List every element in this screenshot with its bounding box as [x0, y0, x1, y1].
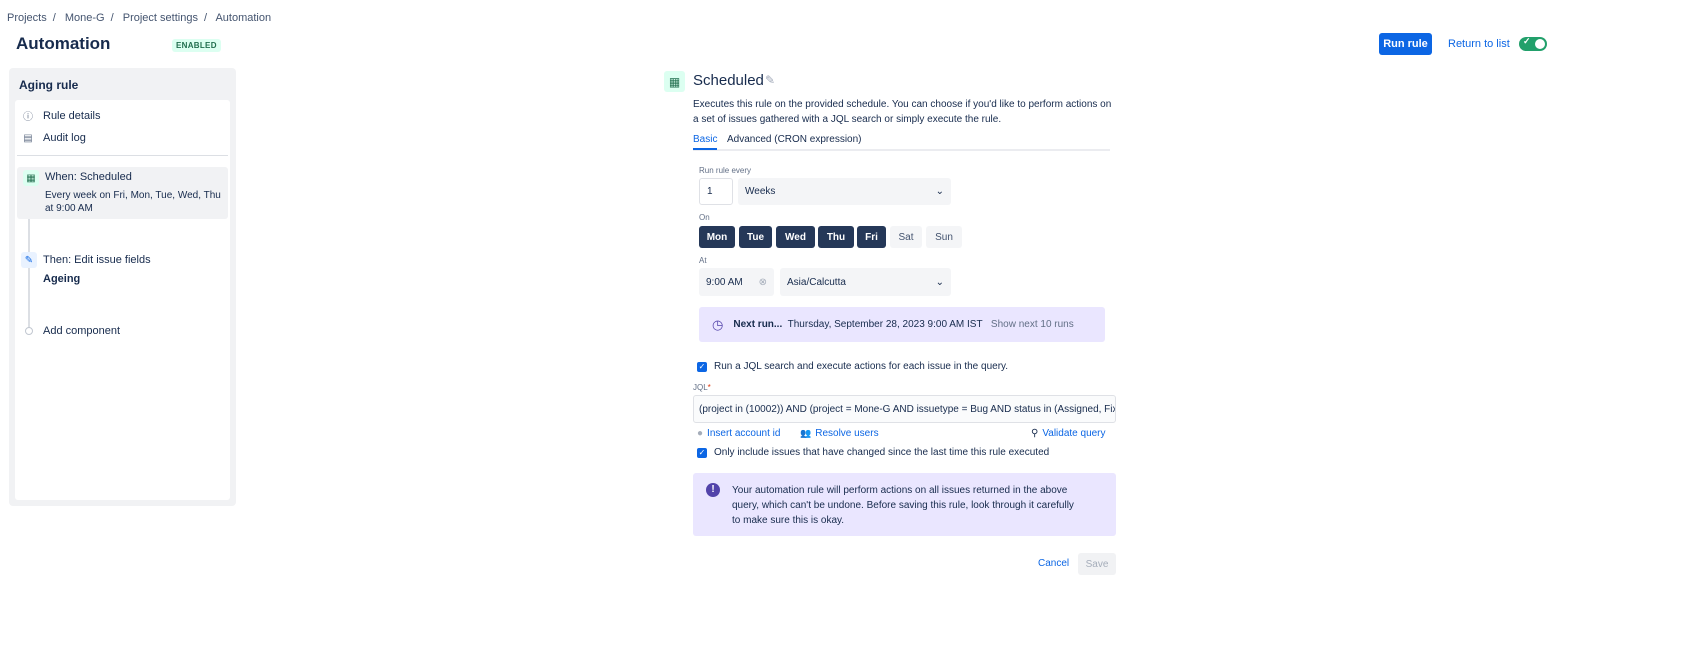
add-dot-icon	[25, 327, 33, 335]
jql-input[interactable]: (project in (10002)) AND (project = Mone…	[693, 395, 1116, 423]
tab-advanced[interactable]: Advanced (CRON expression)	[727, 134, 862, 145]
sidebar-item-audit-log[interactable]: ▤ Audit log	[23, 132, 86, 144]
day-wed[interactable]: Wed	[776, 226, 815, 248]
component-title: Scheduled	[693, 72, 764, 89]
clock-icon: ◷	[712, 316, 724, 332]
schedule-tabs: Basic Advanced (CRON expression)	[693, 134, 1110, 151]
warning-icon: !	[706, 483, 720, 497]
at-label: At	[699, 256, 707, 265]
breadcrumb: Projects / Mone-G / Project settings / Auto…	[7, 12, 272, 24]
next-run-value: Thursday, September 28, 2023 9:00 AM IST	[787, 319, 983, 330]
interval-unit-select[interactable]: Weeks ⌄	[738, 178, 951, 205]
on-label: On	[699, 213, 710, 222]
checkbox-checked-icon[interactable]: ✓	[697, 447, 707, 458]
sidebar-item-rule-details[interactable]: ⓘ Rule details	[23, 108, 100, 124]
validate-query-button[interactable]: ⚲ Validate query	[1031, 428, 1106, 439]
day-sun[interactable]: Sun	[926, 226, 962, 248]
step-trigger[interactable]: ▦ When: Scheduled Every week on Fri, Mon…	[17, 167, 228, 219]
status-badge: ENABLED	[172, 39, 221, 52]
day-thu[interactable]: Thu	[818, 226, 854, 248]
checkbox-checked-icon[interactable]: ✓	[697, 361, 707, 372]
warning-banner: ! Your automation rule will perform acti…	[693, 473, 1116, 536]
user-icon: ●	[697, 428, 704, 439]
breadcrumb-settings[interactable]: Project settings	[123, 12, 198, 24]
chevron-down-icon: ⌄	[935, 186, 944, 197]
calendar-icon: ▦	[23, 170, 39, 186]
run-rule-button[interactable]: Run rule	[1379, 33, 1432, 55]
pencil-icon: ✎	[21, 252, 37, 268]
calendar-icon: ▦	[664, 71, 685, 92]
save-button[interactable]: Save	[1078, 553, 1116, 575]
rule-sidebar: Aging rule ⓘ Rule details ▤ Audit log ▦ Wh…	[9, 68, 236, 506]
rule-name: Aging rule	[19, 78, 79, 92]
users-icon: 👥	[800, 428, 812, 438]
clear-icon[interactable]: ⊗	[759, 277, 767, 288]
tab-basic[interactable]: Basic	[693, 134, 718, 150]
rule-enabled-toggle[interactable]: ✓	[1519, 36, 1547, 51]
day-mon[interactable]: Mon	[699, 226, 735, 248]
cancel-button[interactable]: Cancel	[1038, 558, 1069, 569]
show-next-runs-link[interactable]: Show next 10 runs	[991, 319, 1074, 330]
day-tue[interactable]: Tue	[739, 226, 772, 248]
day-sat[interactable]: Sat	[890, 226, 922, 248]
document-icon: ▤	[23, 132, 33, 144]
breadcrumb-projects[interactable]: Projects	[7, 12, 47, 24]
jql-label: JQL*	[693, 383, 711, 392]
breadcrumb-automation[interactable]: Automation	[215, 12, 271, 24]
run-every-input[interactable]: 1	[699, 178, 733, 205]
run-every-label: Run rule every	[699, 166, 752, 175]
chevron-down-icon: ⌄	[935, 276, 944, 288]
only-changed-checkbox-row[interactable]: ✓ Only include issues that have changed s…	[697, 447, 1049, 458]
page-title: Automation	[16, 34, 111, 53]
edit-title-icon[interactable]: ✎	[765, 73, 775, 87]
insert-account-id-button[interactable]: ● Insert account id	[697, 428, 780, 439]
jql-checkbox-row[interactable]: ✓ Run a JQL search and execute actions fo…	[697, 361, 1008, 372]
timezone-select[interactable]: Asia/Calcutta ⌄	[780, 268, 951, 296]
check-icon: ✓	[1523, 36, 1531, 46]
resolve-users-button[interactable]: 👥 Resolve users	[800, 428, 879, 439]
day-fri[interactable]: Fri	[857, 226, 886, 248]
next-run-banner: ◷ Next run... Thursday, September 28, 20…	[699, 307, 1105, 342]
breadcrumb-project[interactable]: Mone-G	[65, 12, 105, 24]
info-icon: ⓘ	[23, 112, 33, 123]
time-picker[interactable]: 9:00 AM ⊗	[699, 268, 774, 296]
component-description: Executes this rule on the provided sched…	[693, 99, 1112, 125]
search-icon: ⚲	[1031, 428, 1039, 439]
return-to-list-link[interactable]: Return to list	[1448, 38, 1510, 50]
